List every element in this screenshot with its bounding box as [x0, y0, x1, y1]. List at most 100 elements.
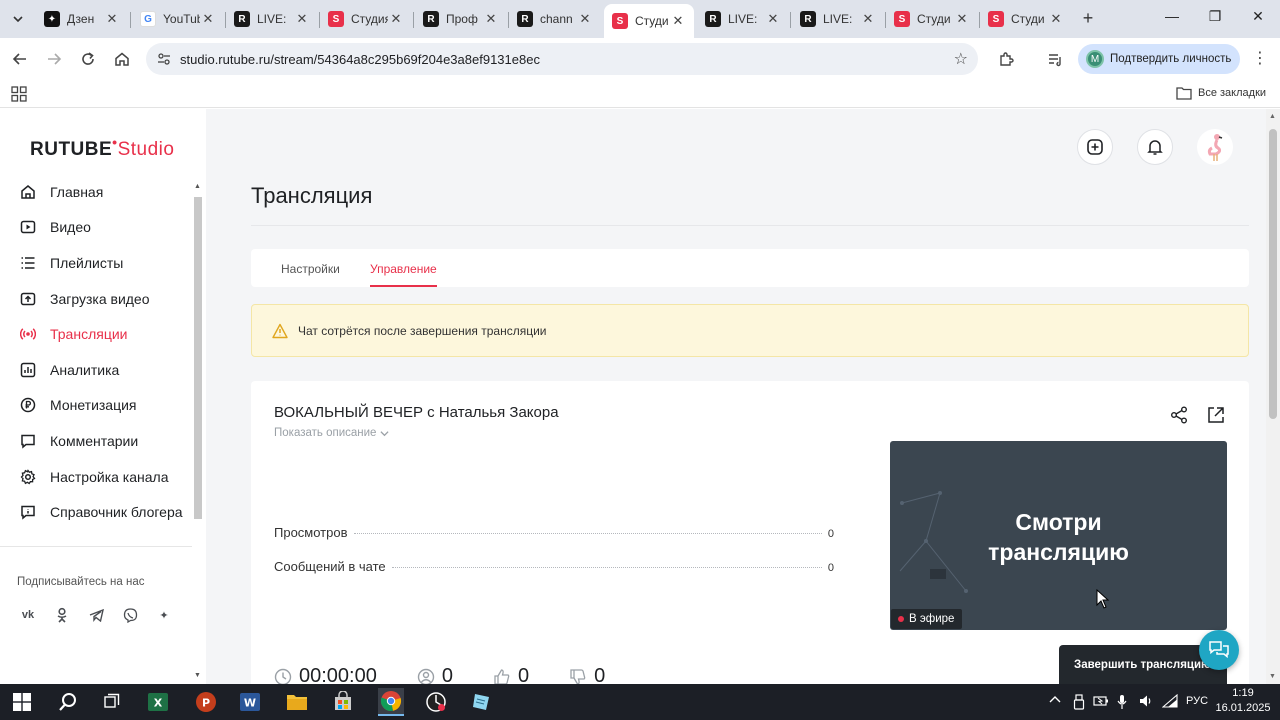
store-app[interactable]	[331, 690, 355, 714]
user-avatar[interactable]	[1197, 129, 1233, 165]
browser-tab[interactable]: S Студи ✕	[886, 4, 978, 34]
close-icon[interactable]: ✕	[200, 11, 216, 27]
close-icon[interactable]: ✕	[104, 11, 120, 27]
vk-icon[interactable]: vk	[17, 604, 39, 626]
minimize-window-button[interactable]: —	[1160, 8, 1184, 30]
search-button[interactable]	[56, 690, 80, 714]
browser-tab[interactable]: S Студия ✕	[320, 4, 412, 34]
telegram-icon[interactable]	[85, 604, 107, 626]
new-tab-button[interactable]: +	[1078, 9, 1098, 29]
word-app[interactable]: W	[238, 690, 262, 714]
all-bookmarks-button[interactable]: Все закладки	[1176, 86, 1266, 100]
apps-grid-icon[interactable]	[11, 86, 27, 102]
powerpoint-app[interactable]: P	[194, 690, 218, 714]
wifi-icon[interactable]	[1161, 693, 1178, 711]
browser-tab[interactable]: R chann ✕	[509, 4, 601, 34]
sidebar-item-channel-settings[interactable]: Настройка канала	[0, 459, 192, 495]
scroll-up-icon[interactable]: ▲	[194, 183, 201, 190]
extensions-button[interactable]	[994, 47, 1018, 71]
tab-management[interactable]: Управление	[370, 262, 437, 276]
studio-page: RUTUBE • Studio Главная Видео Плейлисты …	[0, 109, 1266, 684]
tab-search-button[interactable]	[6, 8, 30, 30]
close-icon[interactable]: ✕	[483, 11, 499, 27]
volume-icon[interactable]	[1139, 694, 1153, 711]
browser-tab[interactable]: R LIVE: ✕	[226, 4, 318, 34]
sidebar-item-upload[interactable]: Загрузка видео	[0, 281, 192, 317]
sidebar-item-comments[interactable]: Комментарии	[0, 423, 192, 459]
sidebar-item-home[interactable]: Главная	[0, 174, 192, 210]
browser-menu-button[interactable]: ⋮	[1248, 47, 1272, 71]
scroll-down-icon[interactable]: ▼	[1269, 673, 1276, 680]
stream-title: ВОКАЛЬНЫЙ ВЕЧЕР с Натальья Закора	[274, 404, 559, 421]
start-button[interactable]	[10, 690, 34, 714]
close-icon[interactable]: ✕	[577, 11, 593, 27]
sidebar-item-playlists[interactable]: Плейлисты	[0, 245, 192, 281]
close-icon[interactable]: ✕	[860, 11, 876, 27]
stream-preview[interactable]: Смотри трансляцию В эфире	[890, 441, 1227, 630]
browser-tab[interactable]: R LIVE: ✕	[697, 4, 789, 34]
close-icon[interactable]: ✕	[388, 11, 404, 27]
close-icon[interactable]: ✕	[765, 11, 781, 27]
sidebar-item-monetization[interactable]: Монетизация	[0, 388, 192, 424]
close-icon[interactable]: ✕	[670, 13, 686, 29]
tab-settings[interactable]: Настройки	[281, 262, 340, 276]
sidebar-item-video[interactable]: Видео	[0, 210, 192, 246]
task-view-button[interactable]	[100, 690, 124, 714]
viewers-value: 0	[441, 665, 453, 684]
close-icon[interactable]: ✕	[294, 11, 310, 27]
browser-tab[interactable]: S Студи ✕	[980, 4, 1072, 34]
scrollbar-thumb[interactable]	[1269, 129, 1277, 419]
notifications-button[interactable]	[1137, 129, 1173, 165]
file-explorer-app[interactable]	[285, 690, 309, 714]
browser-tab[interactable]: R Проф ✕	[415, 4, 507, 34]
rutube-studio-logo[interactable]: RUTUBE • Studio	[30, 134, 174, 161]
scroll-up-icon[interactable]: ▲	[1269, 113, 1276, 120]
address-bar[interactable]: studio.rutube.ru/stream/54364a8c295b69f2…	[146, 43, 978, 75]
restore-window-button[interactable]: ❐	[1203, 8, 1227, 30]
close-icon[interactable]: ✕	[1048, 11, 1064, 27]
system-clock[interactable]: 1:19 16.01.2025	[1212, 686, 1274, 716]
scroll-down-icon[interactable]: ▼	[194, 672, 201, 679]
browser-tab[interactable]: ✦ Дзен ✕	[36, 4, 128, 34]
site-settings-icon[interactable]	[156, 51, 172, 67]
microphone-icon[interactable]	[1117, 694, 1127, 713]
show-description-toggle[interactable]: Показать описание	[274, 427, 389, 439]
reload-button[interactable]	[76, 47, 100, 71]
preview-line-2: трансляцию	[988, 539, 1129, 565]
support-chat-button[interactable]	[1199, 630, 1239, 670]
sidebar-item-blogger-guide[interactable]: Справочник блогера	[0, 494, 192, 530]
back-button[interactable]	[8, 47, 32, 71]
sidebar-item-analytics[interactable]: Аналитика	[0, 352, 192, 388]
language-indicator[interactable]: РУС	[1186, 695, 1208, 707]
bookmark-star-icon[interactable]: ☆	[954, 49, 968, 69]
page-scrollbar[interactable]: ▲ ▼	[1266, 109, 1280, 684]
chrome-app-active[interactable]	[378, 688, 404, 716]
sidebar-item-broadcasts[interactable]: Трансляции	[0, 316, 192, 352]
home-button[interactable]	[110, 47, 134, 71]
notes-app[interactable]	[470, 690, 494, 714]
external-link-icon[interactable]	[1206, 405, 1226, 425]
usb-icon[interactable]	[1073, 694, 1085, 713]
close-window-button[interactable]: ✕	[1246, 8, 1270, 30]
stat-value: 0	[827, 528, 834, 540]
more-socials-icon[interactable]: ✦	[153, 604, 175, 626]
battery-icon[interactable]	[1093, 694, 1109, 711]
browser-tab-active[interactable]: S Студи ✕	[604, 4, 694, 38]
odnoklassniki-icon[interactable]	[51, 604, 73, 626]
tray-overflow-icon[interactable]	[1049, 694, 1061, 707]
verify-identity-button[interactable]: M Подтвердить личность	[1078, 44, 1240, 74]
scrollbar-thumb[interactable]	[194, 197, 202, 519]
chrome-icon	[380, 691, 402, 712]
create-button[interactable]	[1077, 129, 1113, 165]
browser-tab[interactable]: R LIVE: ✕	[792, 4, 884, 34]
forward-button[interactable]	[42, 47, 66, 71]
share-icon[interactable]	[1169, 405, 1189, 425]
close-icon[interactable]: ✕	[954, 11, 970, 27]
flamingo-avatar-icon	[1207, 134, 1223, 161]
browser-tab[interactable]: G YouTube ✕	[132, 4, 224, 34]
excel-app[interactable]: X	[146, 690, 170, 714]
recorder-app[interactable]	[424, 690, 448, 714]
viber-icon[interactable]	[119, 604, 141, 626]
sidebar-scrollbar[interactable]: ▲ ▼	[192, 181, 204, 681]
media-control-button[interactable]	[1043, 47, 1067, 71]
